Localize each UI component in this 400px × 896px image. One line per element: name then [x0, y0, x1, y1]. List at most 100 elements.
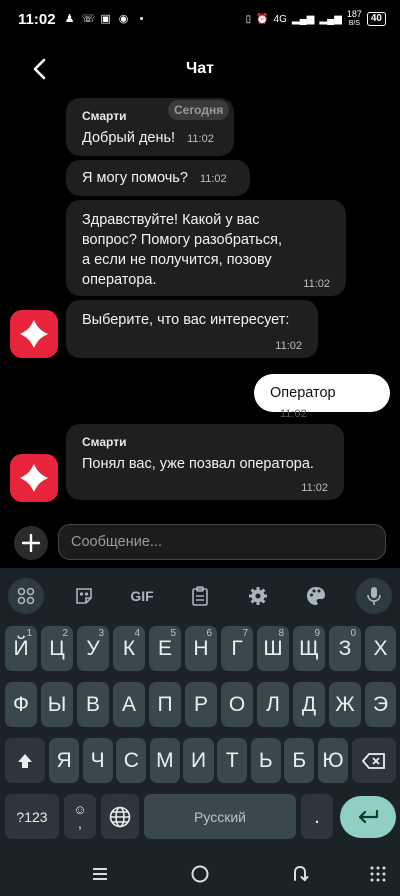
- gear-icon: [249, 587, 267, 605]
- key-row2[interactable]: Ф: [5, 682, 37, 727]
- attach-button[interactable]: [14, 526, 48, 560]
- chat-header: Чат: [0, 48, 400, 90]
- sticker-button[interactable]: [66, 578, 102, 614]
- message-time: 11:02: [199, 173, 227, 185]
- key-4[interactable]: К4: [113, 626, 145, 671]
- key-2[interactable]: Ц2: [41, 626, 73, 671]
- period-key[interactable]: .: [301, 794, 333, 839]
- key-5[interactable]: Е5: [149, 626, 181, 671]
- key-row3[interactable]: Ь: [250, 738, 281, 783]
- space-key[interactable]: Русский: [144, 794, 296, 839]
- key-6[interactable]: Н6: [185, 626, 217, 671]
- back-nav-button[interactable]: [288, 862, 312, 886]
- net-speed: 187 B/S: [347, 10, 362, 28]
- key-row3[interactable]: И: [183, 738, 214, 783]
- theme-button[interactable]: [298, 578, 334, 614]
- keyboard-dots-icon: [370, 866, 386, 882]
- key-row3[interactable]: Т: [217, 738, 248, 783]
- key-row3[interactable]: Ю: [317, 738, 348, 783]
- message-composer: [0, 522, 400, 564]
- shift-key[interactable]: [5, 738, 45, 783]
- emoji-comma-key[interactable]: ☺ ,: [64, 794, 96, 839]
- key-row2[interactable]: А: [113, 682, 145, 727]
- chat-messages: Смарти Добрый день! 11:02 Сегодня Я могу…: [0, 90, 400, 518]
- status-time: 11:02: [18, 10, 56, 28]
- key-7[interactable]: Г7: [221, 626, 253, 671]
- key-row2[interactable]: Л: [257, 682, 289, 727]
- key-row3[interactable]: М: [149, 738, 180, 783]
- key-8[interactable]: Ш8: [257, 626, 289, 671]
- message-bubble: Здравствуйте! Какой у вас вопрос? Помогу…: [66, 200, 346, 296]
- key-label: Щ: [299, 636, 319, 660]
- key-row3[interactable]: Б: [284, 738, 315, 783]
- enter-key[interactable]: [340, 796, 396, 838]
- notification-icons: ♟ ☏ ▣ ◉ •: [64, 13, 148, 25]
- voice-input-button[interactable]: [356, 578, 392, 614]
- settings-button[interactable]: [240, 578, 276, 614]
- message-bubble: Выберите, что вас интересует: 11:02: [66, 300, 318, 358]
- status-bar: 11:02 ♟ ☏ ▣ ◉ • ▯ ⏰ 4G ▂▄▆ ▂▄▆ 187 B/S 4…: [0, 0, 400, 38]
- grid-icon: [17, 587, 35, 605]
- message-text: Я могу помочь?: [82, 170, 188, 186]
- net-speed-value: 187: [346, 9, 362, 19]
- gif-button[interactable]: GIF: [124, 578, 160, 614]
- key-row3[interactable]: Ч: [82, 738, 113, 783]
- message-sender: Смарти: [82, 435, 127, 449]
- key-9[interactable]: Щ9: [293, 626, 325, 671]
- message-bubble: Смарти Понял вас, уже позвал оператора. …: [66, 424, 344, 500]
- key-row2[interactable]: В: [77, 682, 109, 727]
- recent-apps-button[interactable]: [88, 862, 112, 886]
- clipboard-button[interactable]: [182, 578, 218, 614]
- message-text-line: а если не получится, позову: [82, 252, 272, 268]
- key-row3[interactable]: Я: [49, 738, 80, 783]
- backspace-key[interactable]: [352, 738, 396, 783]
- key-row2[interactable]: П: [149, 682, 181, 727]
- key-row2[interactable]: О: [221, 682, 253, 727]
- key-10[interactable]: З0: [329, 626, 361, 671]
- key-row2[interactable]: Р: [185, 682, 217, 727]
- key-3[interactable]: У3: [77, 626, 109, 671]
- key-label: У: [86, 636, 100, 660]
- clipboard-icon: [192, 586, 208, 606]
- key-hint: 1: [26, 628, 32, 639]
- key-label: Г: [231, 636, 243, 660]
- bot-avatar: [10, 454, 58, 502]
- key-row2[interactable]: Ж: [329, 682, 361, 727]
- palette-icon: [307, 587, 325, 605]
- key-hint: 5: [170, 628, 176, 639]
- message-text: Понял вас, уже позвал оператора.: [82, 456, 314, 472]
- keyboard-switch-button[interactable]: [366, 862, 390, 886]
- language-key[interactable]: [101, 794, 139, 839]
- whatsapp-icon: ☏: [81, 13, 96, 25]
- key-row3[interactable]: С: [116, 738, 147, 783]
- message-time: 11:02: [275, 340, 302, 352]
- message-time: 11:02: [280, 408, 307, 420]
- symbols-key[interactable]: ?123: [5, 794, 59, 839]
- key-label: Х: [373, 636, 388, 660]
- message-input[interactable]: [58, 524, 386, 560]
- key-hint: 4: [134, 628, 140, 639]
- backspace-icon: [362, 752, 385, 769]
- net-speed-unit: B/S: [348, 20, 360, 27]
- home-button[interactable]: [188, 862, 212, 886]
- key-11[interactable]: Х: [365, 626, 396, 671]
- back-button[interactable]: [24, 54, 54, 84]
- sticker-icon: [76, 588, 92, 604]
- key-label: Е: [157, 636, 172, 660]
- key-row2[interactable]: Э: [365, 682, 396, 727]
- key-1[interactable]: Й1: [5, 626, 37, 671]
- message-time: 11:02: [303, 278, 330, 290]
- system-nav-bar: [0, 852, 400, 896]
- microphone-icon: [367, 587, 381, 605]
- chevron-left-icon: [33, 58, 46, 80]
- key-row2[interactable]: Ы: [41, 682, 73, 727]
- bot-logo-icon: [20, 464, 48, 492]
- message-text: Оператор: [270, 385, 336, 401]
- date-chip: Сегодня: [168, 100, 230, 120]
- home-circle-icon: [191, 865, 209, 883]
- apps-grid-button[interactable]: [8, 578, 44, 614]
- back-arrow-icon: [294, 865, 309, 882]
- more-notifications-icon: •: [139, 13, 144, 25]
- key-row2[interactable]: Д: [293, 682, 325, 727]
- key-hint: 7: [242, 628, 248, 639]
